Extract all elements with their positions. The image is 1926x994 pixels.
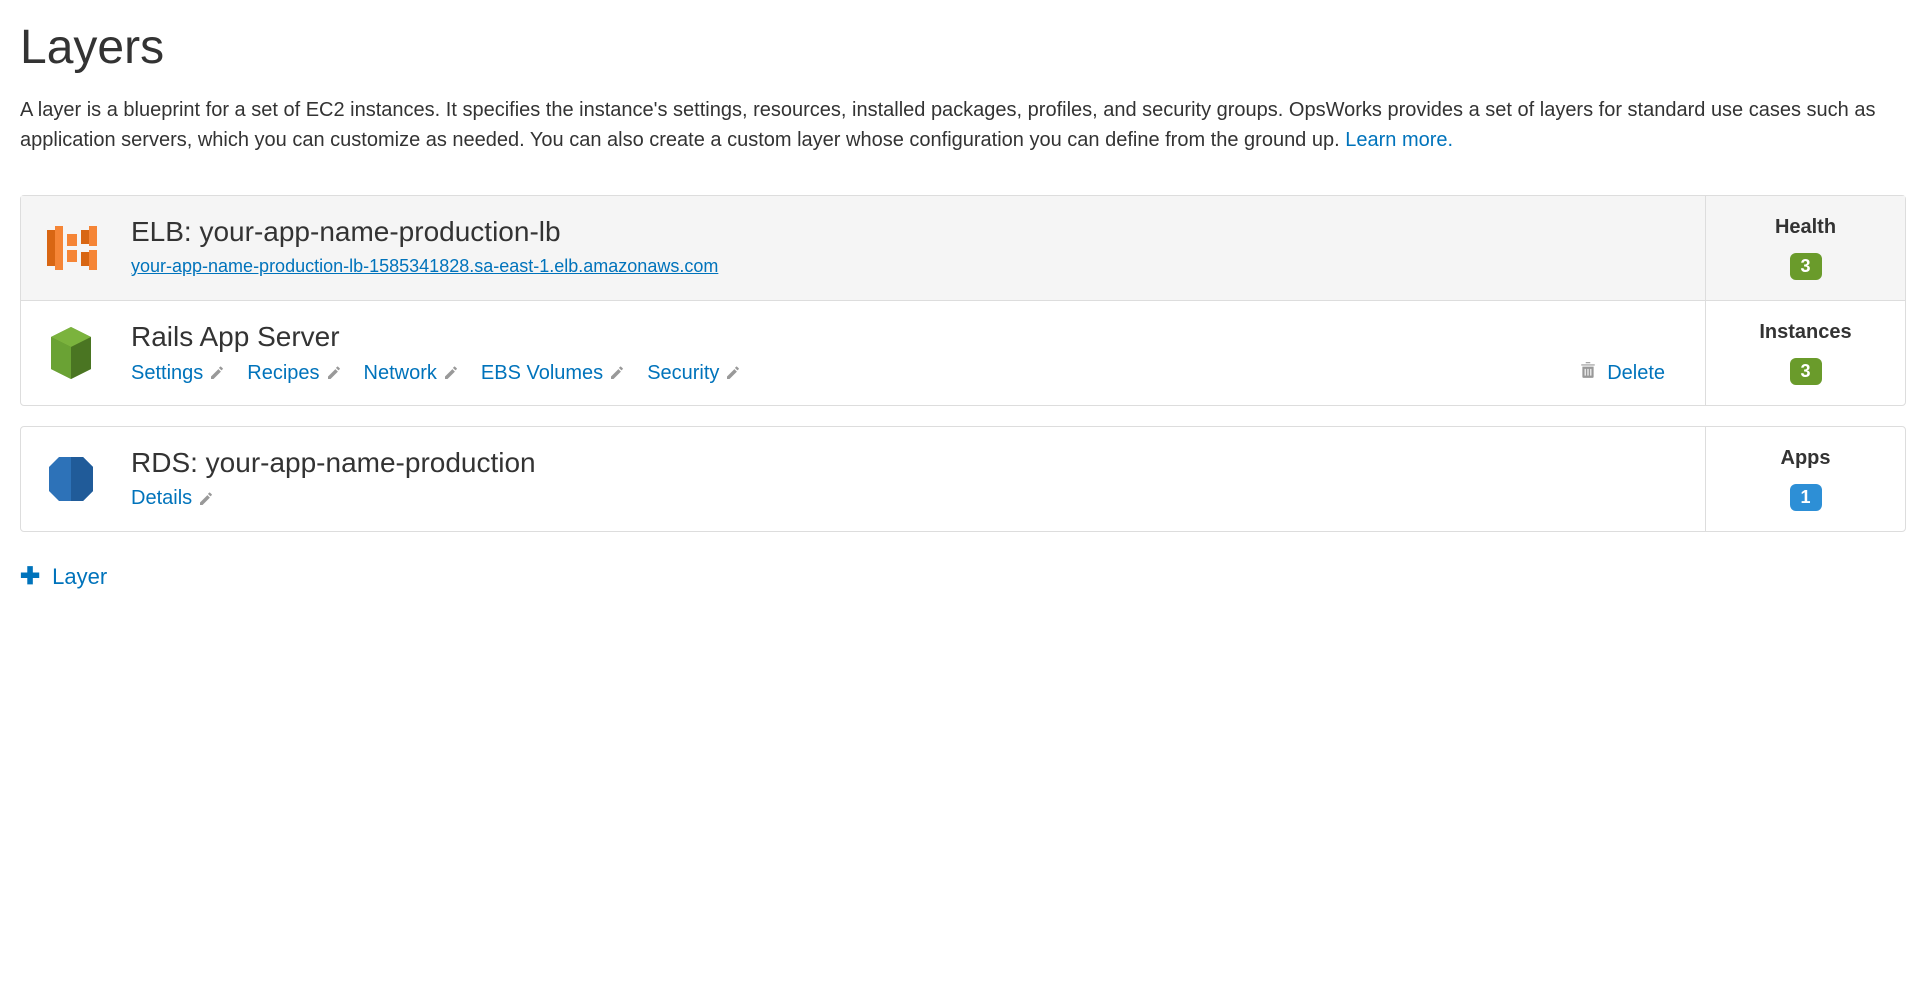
health-badge[interactable]: 3: [1790, 253, 1822, 280]
page-title: Layers: [20, 20, 1906, 75]
recipes-link[interactable]: Recipes: [247, 362, 319, 385]
pencil-icon[interactable]: [198, 491, 214, 507]
layer-rails-main: Rails App Server Settings Recipes: [121, 301, 1705, 405]
instances-label: Instances: [1759, 321, 1851, 344]
layer-row-rds: RDS: your-app-name-production Details Ap…: [21, 427, 1905, 531]
layer-row-elb: ELB: your-app-name-production-lb your-ap…: [21, 196, 1905, 301]
layer-rails-right: Instances 3: [1705, 301, 1905, 405]
layer-elb-main: ELB: your-app-name-production-lb your-ap…: [121, 196, 1705, 300]
layers-container: ELB: your-app-name-production-lb your-ap…: [20, 195, 1906, 406]
layer-rails-actions: Settings Recipes Network: [131, 362, 751, 385]
description-text: A layer is a blueprint for a set of EC2 …: [20, 99, 1875, 151]
security-link[interactable]: Security: [647, 362, 719, 385]
layer-rds-title[interactable]: RDS: your-app-name-production: [131, 447, 1695, 479]
add-layer-button[interactable]: ✚ Layer: [20, 562, 1906, 591]
page-description: A layer is a blueprint for a set of EC2 …: [20, 95, 1906, 155]
instances-badge[interactable]: 3: [1790, 358, 1822, 385]
health-label: Health: [1775, 216, 1836, 239]
layer-elb-title[interactable]: ELB: your-app-name-production-lb: [131, 216, 1695, 248]
rds-icon: [21, 427, 121, 531]
pencil-icon[interactable]: [443, 365, 459, 381]
pencil-icon[interactable]: [725, 365, 741, 381]
network-link[interactable]: Network: [364, 362, 437, 385]
trash-icon: [1579, 361, 1597, 385]
add-layer-label: Layer: [52, 564, 107, 590]
pencil-icon[interactable]: [326, 365, 342, 381]
delete-label: Delete: [1607, 362, 1665, 385]
plus-icon: ✚: [20, 562, 40, 591]
settings-link[interactable]: Settings: [131, 362, 203, 385]
apps-badge[interactable]: 1: [1790, 484, 1822, 511]
pencil-icon[interactable]: [609, 365, 625, 381]
layer-rds-right: Apps 1: [1705, 427, 1905, 531]
layer-elb-dns-link[interactable]: your-app-name-production-lb-1585341828.s…: [131, 256, 718, 276]
layer-rails-title[interactable]: Rails App Server: [131, 321, 1695, 353]
layer-rds-main: RDS: your-app-name-production Details: [121, 427, 1705, 531]
apps-label: Apps: [1781, 447, 1831, 470]
layers-container-rds: RDS: your-app-name-production Details Ap…: [20, 426, 1906, 532]
layer-rds-actions: Details: [131, 487, 1695, 510]
rails-icon: [21, 301, 121, 405]
details-link[interactable]: Details: [131, 487, 192, 510]
learn-more-link[interactable]: Learn more.: [1345, 129, 1453, 151]
elb-icon: [21, 196, 121, 300]
layer-row-rails: Rails App Server Settings Recipes: [21, 301, 1905, 405]
pencil-icon[interactable]: [209, 365, 225, 381]
ebs-volumes-link[interactable]: EBS Volumes: [481, 362, 603, 385]
layer-elb-right: Health 3: [1705, 196, 1905, 300]
delete-button[interactable]: Delete: [1579, 361, 1695, 385]
